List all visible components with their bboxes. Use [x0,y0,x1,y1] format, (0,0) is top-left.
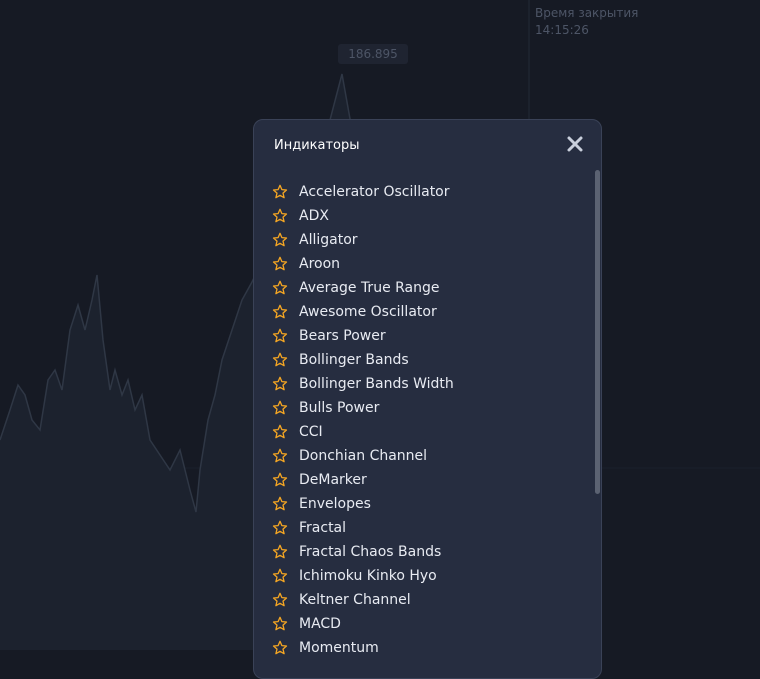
indicator-item[interactable]: Envelopes [254,492,594,516]
indicator-label: Aroon [299,256,341,272]
indicator-item[interactable]: Awesome Oscillator [254,300,594,324]
indicator-item[interactable]: ADX [254,204,594,228]
indicator-label: Awesome Oscillator [299,304,437,320]
indicator-label: CCI [299,424,323,440]
indicator-item[interactable]: MACD [254,612,594,636]
star-icon[interactable] [272,520,288,536]
star-icon[interactable] [272,184,288,200]
indicator-label: Fractal [299,520,347,536]
indicator-item[interactable]: Fractal Chaos Bands [254,540,594,564]
indicator-item[interactable]: DeMarker [254,468,594,492]
indicator-label: MACD [299,616,341,632]
indicator-label: Donchian Channel [299,448,428,464]
indicator-item[interactable]: Ichimoku Kinko Hyo [254,564,594,588]
star-icon[interactable] [272,400,288,416]
indicator-item[interactable]: Keltner Channel [254,588,594,612]
indicator-label: Accelerator Oscillator [299,184,450,200]
star-icon[interactable] [272,328,288,344]
star-icon[interactable] [272,472,288,488]
star-icon[interactable] [272,568,288,584]
star-icon[interactable] [272,352,288,368]
indicator-item[interactable]: Bollinger Bands [254,348,594,372]
star-icon[interactable] [272,376,288,392]
indicator-label: Alligator [299,232,358,248]
indicator-item[interactable]: Donchian Channel [254,444,594,468]
modal-title: Индикаторы [274,138,360,153]
star-icon[interactable] [272,424,288,440]
close-icon[interactable] [565,134,585,154]
star-icon[interactable] [272,304,288,320]
indicator-label: Momentum [299,640,379,656]
star-icon[interactable] [272,640,288,656]
star-icon[interactable] [272,232,288,248]
scrollbar[interactable] [595,170,600,494]
price-tag: 186.895 [338,44,408,64]
indicator-item[interactable]: Aroon [254,252,594,276]
close-time-value: 14:15:26 [535,23,589,37]
indicator-list: Accelerator Oscillator ADX Alligator Aroon A… [254,180,594,660]
indicator-label: Bulls Power [299,400,380,416]
indicator-label: Bears Power [299,328,386,344]
indicator-item[interactable]: Bollinger Bands Width [254,372,594,396]
star-icon[interactable] [272,208,288,224]
star-icon[interactable] [272,280,288,296]
indicator-label: Bollinger Bands Width [299,376,454,392]
star-icon[interactable] [272,616,288,632]
indicator-label: ADX [299,208,329,224]
indicator-label: Envelopes [299,496,371,512]
indicator-label: Keltner Channel [299,592,411,608]
star-icon[interactable] [272,496,288,512]
indicators-modal: Индикаторы Accelerator Oscillator ADX Alli… [253,119,602,679]
star-icon[interactable] [272,592,288,608]
indicator-label: Fractal Chaos Bands [299,544,442,560]
indicator-item[interactable]: Fractal [254,516,594,540]
star-icon[interactable] [272,256,288,272]
close-time-label: Время закрытия [535,6,639,20]
indicator-item[interactable]: Alligator [254,228,594,252]
close-time-info: Время закрытия 14:15:26 [535,5,638,39]
indicator-item[interactable]: Bears Power [254,324,594,348]
indicator-item[interactable]: Average True Range [254,276,594,300]
indicator-label: Ichimoku Kinko Hyo [299,568,437,584]
indicator-item[interactable]: Accelerator Oscillator [254,180,594,204]
indicator-item[interactable]: CCI [254,420,594,444]
indicator-label: Bollinger Bands [299,352,409,368]
star-icon[interactable] [272,448,288,464]
indicator-item[interactable]: Momentum [254,636,594,660]
indicator-item[interactable]: Bulls Power [254,396,594,420]
star-icon[interactable] [272,544,288,560]
indicator-label: DeMarker [299,472,367,488]
indicator-label: Average True Range [299,280,440,296]
